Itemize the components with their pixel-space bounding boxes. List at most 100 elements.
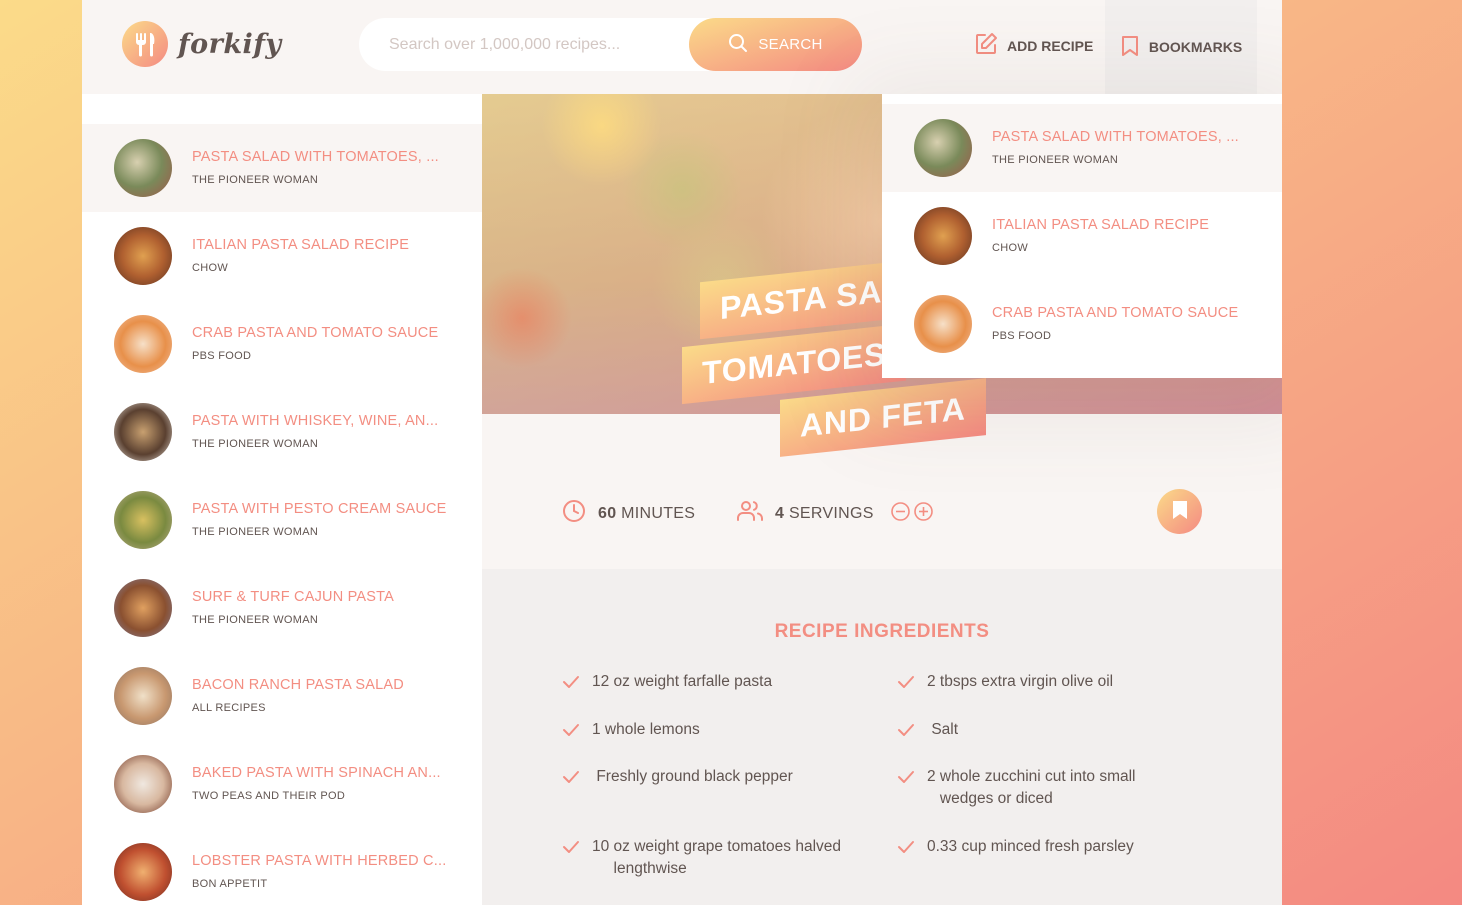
result-publisher: TWO PEAS AND THEIR POD <box>192 790 346 802</box>
ingredients-section: RECIPE INGREDIENTS 12 oz weight farfalle… <box>482 569 1282 905</box>
result-publisher: THE PIONEER WOMAN <box>192 526 319 538</box>
ingredient-item: Salt <box>897 719 1197 744</box>
search-form: SEARCH <box>359 18 862 71</box>
ingredient-text: Salt <box>927 721 959 738</box>
search-input[interactable] <box>389 35 709 54</box>
ingredient-item: 10 oz weight grape tomatoes halved lengt… <box>562 836 862 880</box>
search-button-label: SEARCH <box>758 36 823 53</box>
result-item[interactable]: ITALIAN PASTA SALAD RECIPE CHOW <box>82 212 482 300</box>
bookmarks-dropdown: PASTA SALAD WITH TOMATOES, ... THE PIONE… <box>882 94 1282 378</box>
servings: 4 SERVINGS <box>737 499 934 528</box>
ingredient-text: 10 oz weight grape tomatoes halved lengt… <box>592 838 842 877</box>
result-publisher: BON APPETIT <box>192 878 268 890</box>
recipe-thumbnail <box>114 315 172 373</box>
app-container: forkify SEARCH ADD RECIPE <box>82 0 1282 905</box>
bookmark-title: ITALIAN PASTA SALAD RECIPE <box>992 217 1210 233</box>
recipe-thumbnail <box>114 755 172 813</box>
check-icon <box>562 722 580 744</box>
recipe-thumbnail <box>114 579 172 637</box>
result-title: PASTA WITH WHISKEY, WINE, AN... <box>192 413 439 429</box>
result-title: CRAB PASTA AND TOMATO SAUCE <box>192 325 439 341</box>
logo[interactable]: forkify <box>122 21 282 67</box>
result-title: PASTA SALAD WITH TOMATOES, ... <box>192 149 439 165</box>
check-icon <box>562 839 580 880</box>
users-icon <box>737 499 763 528</box>
result-title: BAKED PASTA WITH SPINACH AN... <box>192 765 441 781</box>
ingredient-item: 2 whole zucchini cut into small wedges o… <box>897 766 1197 810</box>
ingredient-text: 0.33 cup minced fresh parsley <box>927 838 1134 855</box>
bookmark-publisher: CHOW <box>992 242 1029 254</box>
ingredient-text: 12 oz weight farfalle pasta <box>592 673 773 690</box>
add-recipe-label: ADD RECIPE <box>1007 37 1094 54</box>
result-publisher: THE PIONEER WOMAN <box>192 438 319 450</box>
bookmark-item[interactable]: CRAB PASTA AND TOMATO SAUCE PBS FOOD <box>882 280 1282 368</box>
result-item[interactable]: LOBSTER PASTA WITH HERBED C... BON APPET… <box>82 828 482 905</box>
result-item[interactable]: PASTA WITH WHISKEY, WINE, AN... THE PION… <box>82 388 482 476</box>
recipe-thumbnail <box>114 491 172 549</box>
fork-knife-icon <box>122 21 168 67</box>
check-icon <box>897 769 915 810</box>
ingredient-item: 2 tbsps extra virgin olive oil <box>897 671 1197 696</box>
result-item[interactable]: BAKED PASTA WITH SPINACH AN... TWO PEAS … <box>82 740 482 828</box>
search-results: PASTA SALAD WITH TOMATOES, ... THE PIONE… <box>82 94 482 905</box>
servings-value: 4 <box>775 504 785 522</box>
cooking-time-unit: MINUTES <box>621 504 696 522</box>
check-icon <box>562 769 580 791</box>
result-item[interactable]: CRAB PASTA AND TOMATO SAUCE PBS FOOD <box>82 300 482 388</box>
clock-icon <box>562 499 586 528</box>
decrease-servings-icon[interactable] <box>890 501 911 527</box>
check-icon <box>897 674 915 696</box>
recipe-thumbnail <box>914 207 972 265</box>
bookmark-item[interactable]: PASTA SALAD WITH TOMATOES, ... THE PIONE… <box>882 104 1282 192</box>
bookmark-title: CRAB PASTA AND TOMATO SAUCE <box>992 305 1239 321</box>
bookmark-publisher: PBS FOOD <box>992 330 1052 342</box>
search-button[interactable]: SEARCH <box>689 18 862 71</box>
cooking-time: 60 MINUTES <box>562 499 695 528</box>
ingredient-item: 12 oz weight farfalle pasta <box>562 671 862 696</box>
bookmark-publisher: THE PIONEER WOMAN <box>992 154 1119 166</box>
ingredient-text: 1 whole lemons <box>592 721 700 738</box>
result-title: SURF & TURF CAJUN PASTA <box>192 589 394 605</box>
ingredient-item: Freshly ground black pepper <box>562 766 862 791</box>
bookmarks-button[interactable]: BOOKMARKS <box>1105 0 1257 94</box>
recipe-thumbnail <box>914 119 972 177</box>
recipe-thumbnail <box>114 843 172 901</box>
edit-icon <box>974 32 998 59</box>
search-icon <box>728 33 748 57</box>
result-item[interactable]: SURF & TURF CAJUN PASTA THE PIONEER WOMA… <box>82 564 482 652</box>
result-publisher: THE PIONEER WOMAN <box>192 614 319 626</box>
check-icon <box>562 674 580 696</box>
add-recipe-button[interactable]: ADD RECIPE <box>974 32 1093 59</box>
bookmark-recipe-button[interactable] <box>1157 489 1202 534</box>
bookmark-item[interactable]: ITALIAN PASTA SALAD RECIPE CHOW <box>882 192 1282 280</box>
bookmarks-label: BOOKMARKS <box>1148 39 1243 55</box>
result-item[interactable]: BACON RANCH PASTA SALAD ALL RECIPES <box>82 652 482 740</box>
recipe-thumbnail <box>114 227 172 285</box>
result-publisher: ALL RECIPES <box>192 702 266 714</box>
result-item[interactable]: PASTA SALAD WITH TOMATOES, ... THE PIONE… <box>82 124 482 212</box>
ingredient-text: 2 tbsps extra virgin olive oil <box>927 673 1114 690</box>
cooking-time-value: 60 <box>598 504 617 522</box>
result-title: PASTA WITH PESTO CREAM SAUCE <box>192 501 447 517</box>
result-publisher: THE PIONEER WOMAN <box>192 174 319 186</box>
result-publisher: CHOW <box>192 262 229 274</box>
ingredients-heading: RECIPE INGREDIENTS <box>774 621 990 642</box>
increase-servings-icon[interactable] <box>913 501 934 527</box>
logo-text: forkify <box>178 28 282 60</box>
servings-unit: SERVINGS <box>788 504 874 522</box>
recipe-thumbnail <box>914 295 972 353</box>
bookmark-title: PASTA SALAD WITH TOMATOES, ... <box>992 129 1239 145</box>
result-title: LOBSTER PASTA WITH HERBED C... <box>192 853 447 869</box>
ingredient-item: 1 whole lemons <box>562 719 862 744</box>
bookmark-filled-icon <box>1172 500 1188 524</box>
result-item[interactable]: PASTA WITH PESTO CREAM SAUCE THE PIONEER… <box>82 476 482 564</box>
recipe-thumbnail <box>114 667 172 725</box>
recipe-thumbnail <box>114 403 172 461</box>
check-icon <box>897 839 915 861</box>
bookmark-icon <box>1120 35 1140 60</box>
recipe-thumbnail <box>114 139 172 197</box>
header: forkify SEARCH ADD RECIPE <box>82 0 1282 94</box>
check-icon <box>897 722 915 744</box>
result-publisher: PBS FOOD <box>192 350 252 362</box>
result-title: ITALIAN PASTA SALAD RECIPE <box>192 237 410 253</box>
